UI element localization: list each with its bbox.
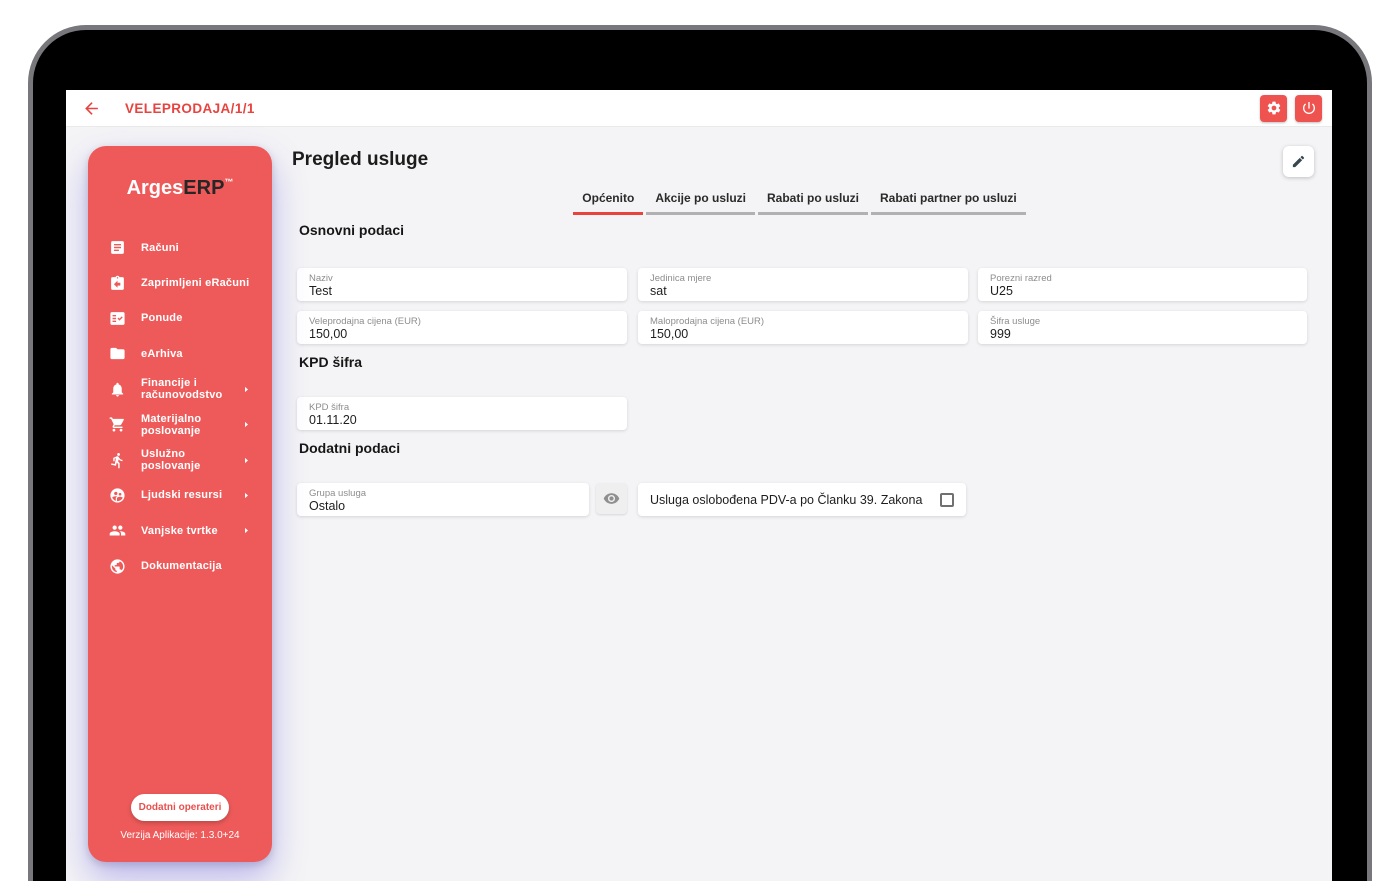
eye-icon: [603, 493, 620, 504]
sidebar-item-racuni[interactable]: Računi: [88, 230, 272, 265]
chevron-right-icon: [245, 386, 248, 392]
top-app-bar: VELEPRODAJA/1/1: [66, 90, 1332, 127]
field-value: 150,00: [309, 327, 348, 341]
clipboard-return-icon: [111, 275, 124, 290]
field-maloprodajna-cijena[interactable]: Maloprodajna cijena (EUR) 150,00: [638, 311, 968, 344]
sidebar-item-zaprimljeni-eracuni[interactable]: Zaprimljeni eRačuni: [88, 265, 272, 300]
document-check-icon: [110, 312, 125, 325]
sidebar-item-label: Dokumentacija: [141, 560, 222, 573]
field-value: 999: [990, 327, 1011, 341]
logo-text-dark: ERP: [183, 177, 225, 199]
sidebar-item-label: Zaprimljeni eRačuni: [141, 277, 250, 290]
sidebar-item-ponude[interactable]: Ponude: [88, 301, 272, 336]
app-screen: VELEPRODAJA/1/1 ArgesERP™ Računi Zapriml…: [66, 90, 1332, 881]
sidebar-item-earhiva[interactable]: eArhiva: [88, 336, 272, 371]
field-veleprodajna-cijena[interactable]: Veleprodajna cijena (EUR) 150,00: [297, 311, 627, 344]
chevron-right-icon: [245, 528, 248, 534]
receipt-icon: [111, 241, 124, 255]
sidebar: ArgesERP™ Računi Zaprimljeni eRačuni Pon…: [88, 146, 272, 862]
chevron-right-icon: [245, 422, 248, 428]
field-label: Jedinica mjere: [650, 273, 712, 284]
tablet-frame: VELEPRODAJA/1/1 ArgesERP™ Računi Zapriml…: [28, 25, 1372, 881]
sidebar-item-label: Financije i računovodstvo: [141, 377, 223, 402]
folder-icon: [110, 348, 125, 360]
field-value: 01.11.20: [309, 413, 357, 427]
section-title-osnovni-podaci: Osnovni podaci: [299, 222, 405, 238]
field-value: sat: [650, 284, 667, 298]
field-value: Test: [309, 284, 332, 298]
field-naziv[interactable]: Naziv Test: [297, 268, 627, 301]
section-title-dodatni-podaci: Dodatni podaci: [299, 440, 401, 456]
topbar-actions: [1260, 94, 1322, 122]
breadcrumb-title: VELEPRODAJA/1/1: [125, 100, 255, 116]
sidebar-item-label: Uslužno poslovanje: [141, 448, 201, 473]
globe-icon: [110, 559, 125, 574]
sidebar-item-label: Računi: [141, 241, 179, 254]
app-logo: ArgesERP™: [88, 177, 272, 200]
field-sifra-usluge[interactable]: Šifra usluge 999: [978, 311, 1307, 344]
bell-icon: [111, 382, 124, 397]
field-jedinica-mjere[interactable]: Jedinica mjere sat: [638, 268, 968, 301]
running-person-icon: [111, 452, 123, 468]
pencil-icon: [1292, 155, 1305, 168]
people-circle-icon: [110, 488, 125, 503]
field-label: Šifra usluge: [990, 316, 1041, 327]
logout-button[interactable]: [1295, 94, 1322, 122]
sidebar-item-dokumentacija[interactable]: Dokumentacija: [88, 549, 272, 584]
back-button[interactable]: [80, 97, 102, 119]
field-value: U25: [990, 284, 1013, 298]
sidebar-item-label: Ponude: [141, 312, 183, 325]
chevron-right-icon: [245, 492, 248, 499]
arrow-back-icon: [84, 101, 98, 115]
field-label: KPD šifra: [309, 402, 350, 413]
field-value: 150,00: [650, 327, 689, 341]
tab-akcije-po-usluzi[interactable]: Akcije po usluzi: [646, 191, 755, 215]
power-icon: [1302, 102, 1315, 114]
sidebar-menu: Računi Zaprimljeni eRačuni Ponude eArhiv…: [88, 230, 272, 584]
section-title-kpd-sifra: KPD šifra: [299, 354, 363, 370]
sidebar-item-label: eArhiva: [141, 347, 183, 360]
field-value: Ostalo: [309, 499, 346, 513]
chevron-right-icon: [245, 457, 248, 463]
view-group-button[interactable]: [596, 483, 627, 514]
logo-tm: ™: [224, 177, 234, 187]
sidebar-item-label: Materijalno poslovanje: [141, 412, 202, 437]
page-title: Pregled usluge: [292, 149, 429, 170]
field-label: Veleprodajna cijena (EUR): [309, 316, 421, 327]
sidebar-item-label: Ljudski resursi: [141, 489, 223, 502]
pdv-exemption-field: Usluga oslobođena PDV-a po Članku 39. Za…: [638, 483, 966, 516]
tab-rabati-partner-po-usluzi[interactable]: Rabati partner po usluzi: [871, 191, 1026, 215]
sidebar-item-materijalno[interactable]: Materijalno poslovanje: [88, 407, 272, 442]
field-kpd-sifra[interactable]: KPD šifra 01.11.20: [297, 397, 627, 430]
sidebar-item-label: Vanjske tvrtke: [141, 524, 218, 537]
field-porezni-razred[interactable]: Porezni razred U25: [978, 268, 1307, 301]
field-grupa-usluga[interactable]: Grupa usluga Ostalo: [297, 483, 589, 516]
gear-icon: [1267, 101, 1280, 115]
sidebar-item-usluzno[interactable]: Uslužno poslovanje: [88, 442, 272, 477]
sidebar-item-vanjske-tvrtke[interactable]: Vanjske tvrtke: [88, 513, 272, 548]
group-icon: [109, 525, 126, 536]
dodatni-operateri-button[interactable]: Dodatni operateri: [131, 794, 229, 821]
field-label: Porezni razred: [990, 273, 1052, 284]
field-label: Naziv: [309, 273, 333, 284]
field-label: Maloprodajna cijena (EUR): [650, 316, 765, 327]
field-label: Grupa usluga: [309, 488, 367, 499]
app-version-label: Verzija Aplikacije: 1.3.0+24: [120, 830, 240, 841]
sidebar-item-ljudski-resursi[interactable]: Ljudski resursi: [88, 478, 272, 513]
sidebar-item-financije[interactable]: Financije i računovodstvo: [88, 372, 272, 407]
cart-icon: [109, 417, 124, 432]
tab-bar: Općenito Akcije po usluzi Rabati po uslu…: [292, 191, 1307, 215]
pdv-exemption-label: Usluga oslobođena PDV-a po Članku 39. Za…: [650, 492, 923, 507]
pdv-exemption-checkbox[interactable]: [940, 492, 954, 507]
settings-button[interactable]: [1260, 94, 1287, 122]
tab-opcenito[interactable]: Općenito: [573, 191, 644, 215]
tab-rabati-po-usluzi[interactable]: Rabati po usluzi: [758, 191, 869, 215]
logo-text-light: Arges: [126, 177, 184, 199]
edit-button[interactable]: [1283, 146, 1314, 177]
